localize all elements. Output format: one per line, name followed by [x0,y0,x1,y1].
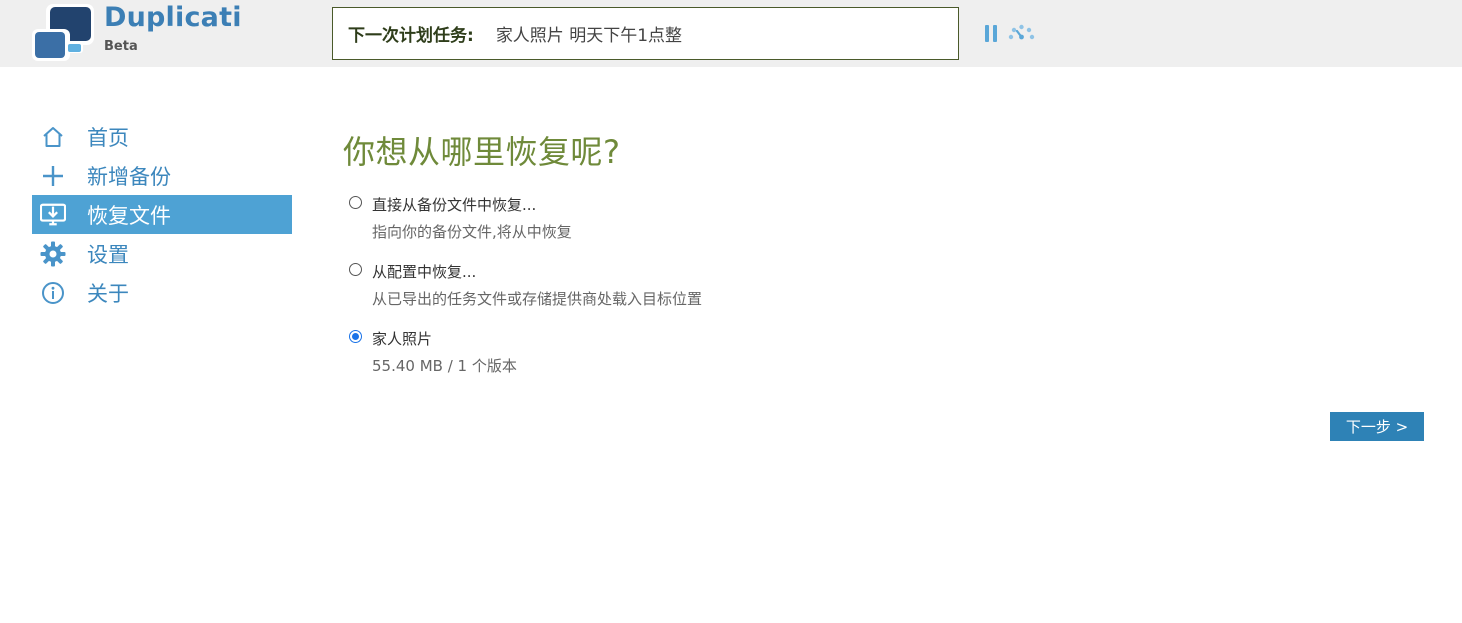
sidebar-nav: 首页 新增备份 恢复文件 设置 关于 [32,117,292,312]
next-task-label: 下一次计划任务: [348,26,474,46]
option-subtitle: 55.40 MB / 1 个版本 [372,357,517,375]
next-button[interactable]: 下一步 > [1330,412,1424,441]
sidebar-item-label: 设置 [87,242,129,267]
sidebar-item-home[interactable]: 首页 [32,117,292,156]
page-title: 你想从哪里恢复呢? [343,133,621,171]
option-subtitle: 指向你的备份文件,将从中恢复 [372,223,572,241]
radio-direct[interactable] [349,196,362,209]
brand-beta-label: Beta [104,39,138,54]
top-bar: Duplicati Beta 下一次计划任务: 家人照片 明天下午1点整 [0,0,1462,67]
duplicati-logo [32,4,94,61]
info-icon [40,280,66,306]
brand-name: Duplicati [104,2,242,33]
option-title[interactable]: 直接从备份文件中恢复... [372,194,536,215]
pause-icon[interactable] [985,25,999,42]
throttle-gauge-icon[interactable] [1008,24,1035,41]
option-title[interactable]: 从配置中恢复... [372,261,476,282]
sidebar-item-label: 恢复文件 [87,203,171,228]
plus-icon [40,163,66,189]
next-task-value: 家人照片 明天下午1点整 [495,26,683,46]
sidebar-item-settings[interactable]: 设置 [32,234,292,273]
sidebar-item-label: 关于 [87,281,129,306]
sidebar-item-label: 新增备份 [87,164,171,189]
page-title-wrap: 你想从哪里恢复呢? [343,127,621,173]
sidebar-item-add-backup[interactable]: 新增备份 [32,156,292,195]
restore-monitor-icon [40,202,66,228]
home-icon [40,124,66,150]
option-title[interactable]: 家人照片 [372,328,432,349]
radio-config[interactable] [349,263,362,276]
sidebar-item-restore[interactable]: 恢复文件 [32,195,292,234]
next-scheduled-task-box: 下一次计划任务: 家人照片 明天下午1点整 [332,7,959,60]
sidebar-item-about[interactable]: 关于 [32,273,292,312]
gear-icon [40,241,66,267]
sidebar-item-label: 首页 [87,125,129,150]
option-subtitle: 从已导出的任务文件或存储提供商处载入目标位置 [372,290,703,308]
radio-family-photos[interactable] [349,330,362,343]
